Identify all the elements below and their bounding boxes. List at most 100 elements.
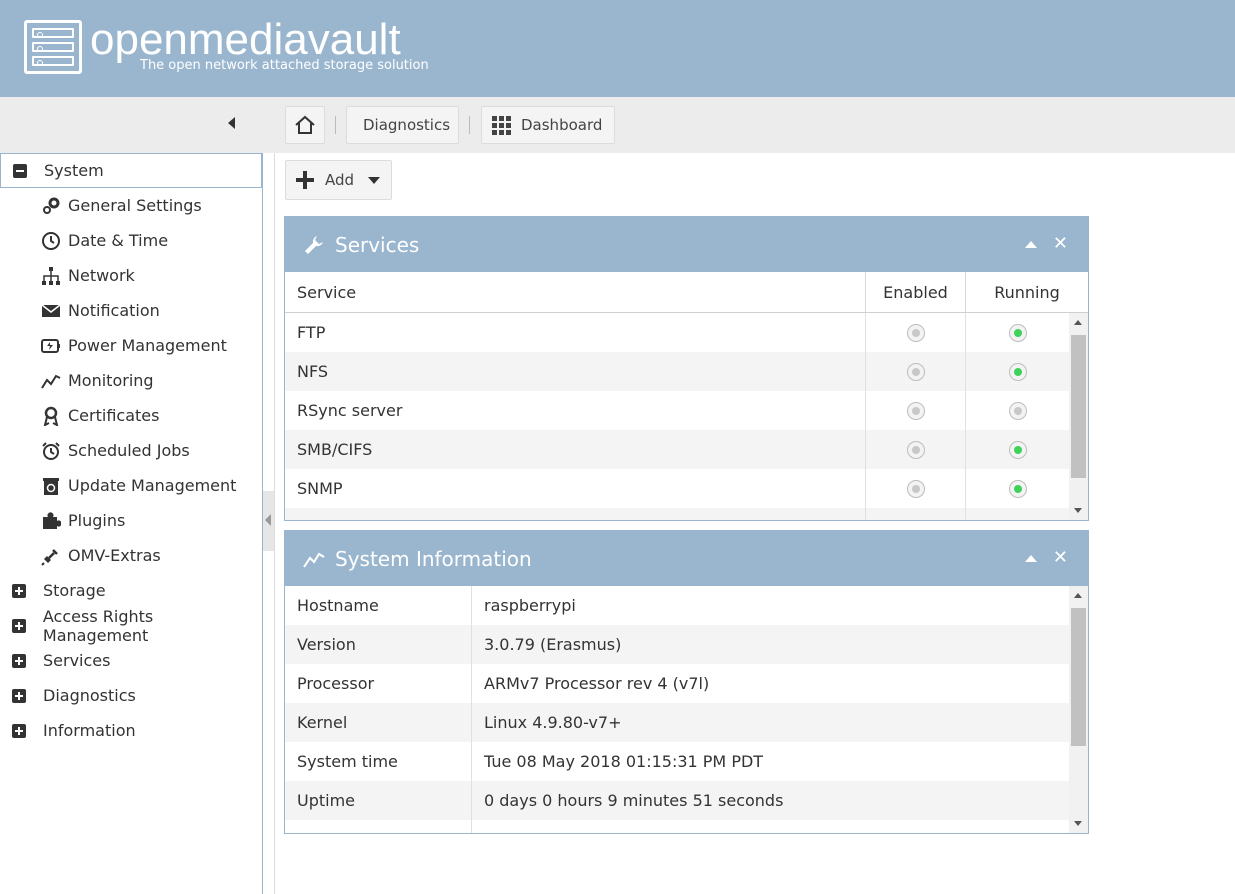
alarm-clock-icon xyxy=(40,441,62,461)
tree-item-label: Storage xyxy=(43,581,106,600)
running-cell xyxy=(966,469,1069,508)
tree-item-network[interactable]: Network xyxy=(40,258,135,293)
breadcrumb-separator xyxy=(335,116,336,134)
column-header-enabled[interactable]: Enabled xyxy=(866,272,966,312)
tree-item-label: General Settings xyxy=(68,196,202,215)
property-name: Processor xyxy=(285,664,472,703)
property-value: ARMv7 Processor rev 4 (v7l) xyxy=(484,674,710,693)
collapse-panel-icon[interactable] xyxy=(1024,240,1037,248)
expand-plus-icon[interactable] xyxy=(12,723,26,738)
tree-item-power-management[interactable]: Power Management xyxy=(40,328,227,363)
tree-item-update-management[interactable]: Update Management xyxy=(40,468,236,503)
scroll-down-icon[interactable] xyxy=(1074,821,1082,826)
collapse-sidebar-icon[interactable] xyxy=(228,117,235,129)
running-cell xyxy=(966,508,1069,520)
enabled-status-indicator xyxy=(906,323,925,342)
running-cell xyxy=(966,430,1069,469)
breadcrumb-home[interactable] xyxy=(285,106,325,144)
enabled-status-indicator xyxy=(906,440,925,459)
table-row[interactable] xyxy=(285,508,1088,520)
column-header-service[interactable]: Service xyxy=(285,272,866,312)
tree-item-date-time[interactable]: Date & Time xyxy=(40,223,168,258)
table-row[interactable]: SMB/CIFS xyxy=(285,430,1088,469)
tree-item-label: Date & Time xyxy=(68,231,169,250)
table-row[interactable]: SNMP xyxy=(285,469,1088,508)
tree-item-system[interactable]: System xyxy=(0,153,262,188)
sysinfo-panel-title: System Information xyxy=(335,546,532,571)
scroll-thumb[interactable] xyxy=(1071,608,1086,746)
expand-plus-icon[interactable] xyxy=(12,618,26,633)
nas-logo-icon xyxy=(24,20,82,74)
table-row[interactable]: RSync server xyxy=(285,391,1088,430)
puzzle-icon xyxy=(40,511,62,531)
breadcrumb-diagnostics[interactable]: Diagnostics xyxy=(346,106,459,144)
running-status-indicator xyxy=(1008,323,1027,342)
tree-item-monitoring[interactable]: Monitoring xyxy=(40,363,154,398)
enabled-cell xyxy=(866,469,966,508)
table-row: Hostname raspberrypi xyxy=(285,586,1088,625)
expand-plus-icon[interactable] xyxy=(12,653,26,668)
sysinfo-scrollbar[interactable] xyxy=(1069,586,1088,833)
breadcrumb-dashboard[interactable]: Dashboard xyxy=(481,106,615,144)
tree-item-label: Access Rights Management xyxy=(42,606,154,645)
services-scrollbar[interactable] xyxy=(1069,313,1088,520)
enabled-cell xyxy=(866,508,966,520)
plus-icon xyxy=(296,171,314,189)
tree-item-label: Plugins xyxy=(68,511,126,530)
power-icon xyxy=(40,336,62,356)
app-header: openmediavault The open network attached… xyxy=(0,0,1235,97)
plug-icon xyxy=(40,546,62,566)
service-name: FTP xyxy=(285,313,866,352)
close-icon[interactable]: ✕ xyxy=(1053,549,1068,567)
tree-item-storage[interactable]: Storage xyxy=(0,573,262,608)
column-header-running[interactable]: Running xyxy=(966,272,1088,312)
property-value: 0 days 0 hours 9 minutes 51 seconds xyxy=(484,791,784,810)
tree-item-information[interactable]: Information xyxy=(0,713,262,748)
scroll-thumb[interactable] xyxy=(1071,335,1086,478)
table-row: Version 3.0.79 (Erasmus) xyxy=(285,625,1088,664)
update-icon xyxy=(40,476,62,496)
tree-item-plugins[interactable]: Plugins xyxy=(40,503,125,538)
scroll-up-icon[interactable] xyxy=(1074,320,1082,325)
property-value: 3.0.79 (Erasmus) xyxy=(484,635,622,654)
tree-item-omv-extras[interactable]: OMV-Extras xyxy=(40,538,161,573)
table-row: Uptime 0 days 0 hours 9 minutes 51 second… xyxy=(285,781,1088,820)
tree-item-diagnostics[interactable]: Diagnostics xyxy=(0,678,262,713)
breadcrumb-dashboard-label: Dashboard xyxy=(521,116,603,134)
enabled-cell xyxy=(866,313,966,352)
expand-plus-icon[interactable] xyxy=(12,583,26,598)
expand-plus-icon[interactable] xyxy=(12,688,26,703)
chevron-down-icon xyxy=(368,176,381,184)
table-row: System time Tue 08 May 2018 01:15:31 PM P… xyxy=(285,742,1088,781)
tree-item-label: Monitoring xyxy=(68,371,154,390)
service-name: RSync server xyxy=(285,391,866,430)
collapse-panel-icon[interactable] xyxy=(1024,554,1037,562)
wrench-icon xyxy=(303,234,325,256)
tree-item-certificates[interactable]: Certificates xyxy=(40,398,159,433)
tree-item-notification[interactable]: Notification xyxy=(40,293,160,328)
breadcrumb-separator xyxy=(469,116,470,134)
table-row[interactable]: NFS xyxy=(285,352,1088,391)
sidebar-splitter[interactable] xyxy=(263,491,274,551)
tree-item-access-rights-management[interactable]: Access Rights Management xyxy=(0,606,262,645)
service-name xyxy=(285,508,866,520)
scroll-up-icon[interactable] xyxy=(1074,593,1082,598)
certificate-icon xyxy=(40,406,62,426)
property-value xyxy=(472,820,1065,833)
close-icon[interactable]: ✕ xyxy=(1053,235,1068,253)
table-row[interactable]: FTP xyxy=(285,313,1088,352)
scroll-down-icon[interactable] xyxy=(1074,508,1082,513)
tree-item-services[interactable]: Services xyxy=(0,643,262,678)
property-name: Version xyxy=(285,625,472,664)
services-grid-header: Service Enabled Running xyxy=(285,272,1088,313)
tree-item-label: Power Management xyxy=(68,336,227,355)
add-widget-button[interactable]: Add xyxy=(285,160,392,200)
service-name: SNMP xyxy=(285,469,866,508)
property-value: raspberrypi xyxy=(484,596,576,615)
tree-item-scheduled-jobs[interactable]: Scheduled Jobs xyxy=(40,433,190,468)
property-value: Linux 4.9.80-v7+ xyxy=(484,713,622,732)
tree-item-general-settings[interactable]: General Settings xyxy=(40,188,202,223)
running-cell xyxy=(966,313,1069,352)
services-grid-body: FTP NFS RSync server SMB/CIFS SNMP xyxy=(285,313,1088,520)
collapse-minus-icon[interactable] xyxy=(13,163,27,178)
